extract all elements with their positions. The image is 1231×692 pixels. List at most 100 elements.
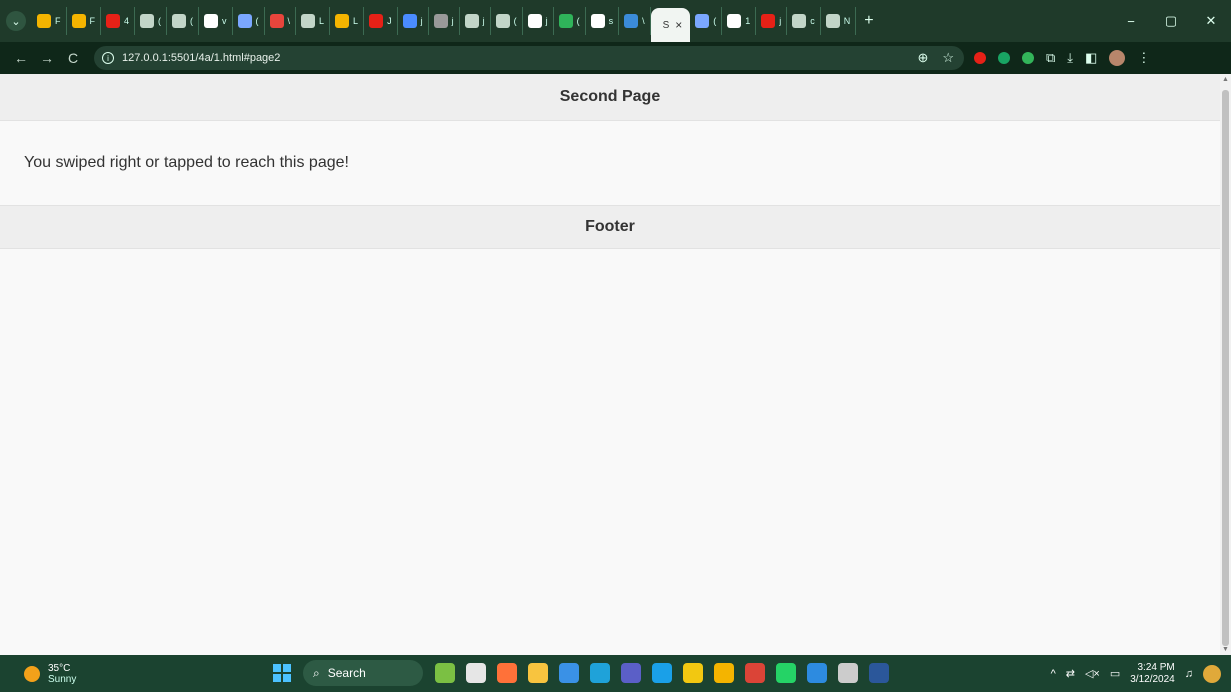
tab-favicon-icon xyxy=(558,14,573,28)
url-text[interactable]: 127.0.0.1:5501/4a/1.html#page2 xyxy=(122,52,280,64)
tab-label: 1 xyxy=(745,16,751,26)
browser-tab[interactable]: ( xyxy=(135,7,168,35)
battery-icon[interactable]: ▭ xyxy=(1110,667,1120,680)
browser-tab[interactable]: j xyxy=(460,7,491,35)
zoom-icon[interactable]: ⊕ xyxy=(917,50,928,66)
browser-tab[interactable]: ( xyxy=(167,7,200,35)
terminal-icon[interactable] xyxy=(838,663,858,683)
address-bar[interactable]: i 127.0.0.1:5501/4a/1.html#page2 ⊕ ☆ xyxy=(94,46,964,70)
browser-tab[interactable]: F xyxy=(67,7,101,35)
shield-ext-icon[interactable] xyxy=(1022,52,1034,64)
close-tab-icon[interactable]: × xyxy=(675,18,682,32)
power-bi-icon[interactable] xyxy=(683,663,703,683)
edge-icon[interactable] xyxy=(590,663,610,683)
browser-tab[interactable]: j xyxy=(756,7,788,35)
browser-tab[interactable]: \ xyxy=(619,7,651,35)
minimize-button[interactable]: − xyxy=(1111,14,1151,29)
browser-menu-icon[interactable]: ⋮ xyxy=(1137,50,1150,66)
widgets-icon[interactable] xyxy=(435,663,455,683)
profile-avatar[interactable] xyxy=(1109,50,1126,66)
tab-label: ( xyxy=(513,16,517,26)
tab-favicon-icon xyxy=(204,14,219,28)
browser-tab-strip: ⌄ F F 4((v(\ L L Jj j j(j(s \ S ×(1 j c N + − ▢ ✕ xyxy=(0,0,1231,42)
tab-search-chevron-down-icon[interactable]: ⌄ xyxy=(6,11,26,31)
word-icon[interactable] xyxy=(869,663,889,683)
pinned-apps xyxy=(435,663,889,683)
store-icon[interactable] xyxy=(559,663,579,683)
browser-tab[interactable]: j xyxy=(398,7,429,35)
prime-video-icon[interactable] xyxy=(652,663,672,683)
tab-favicon-icon xyxy=(433,14,448,28)
taskbar-search[interactable]: ⌕ Search xyxy=(303,660,423,686)
firefox-icon[interactable] xyxy=(497,663,517,683)
start-windows-icon[interactable] xyxy=(273,664,291,682)
forward-button[interactable]: → xyxy=(34,50,60,66)
tab-favicon-icon xyxy=(527,14,542,28)
tab-label: F xyxy=(55,16,61,26)
browser-tab[interactable]: ( xyxy=(690,7,723,35)
restore-button[interactable]: ▢ xyxy=(1151,13,1191,29)
browser-toolbar: ← → C i 127.0.0.1:5501/4a/1.html#page2 ⊕… xyxy=(0,42,1231,74)
youtube-ext-icon[interactable] xyxy=(974,52,986,64)
browser-tab[interactable]: c xyxy=(787,7,821,35)
browser-tab[interactable]: L xyxy=(330,7,365,35)
download-icon[interactable]: ⤓ xyxy=(1067,50,1073,66)
browser-tab[interactable]: ( xyxy=(233,7,265,35)
chrome-profile-icon[interactable] xyxy=(745,663,765,683)
tab-label: L xyxy=(319,16,325,26)
weather-widget[interactable]: 35°C Sunny xyxy=(24,663,76,685)
network-icon[interactable]: ⇄ xyxy=(1066,667,1075,680)
browser-tab[interactable]: L xyxy=(296,7,331,35)
browser-tab[interactable]: v xyxy=(199,7,233,35)
browser-tab[interactable]: j xyxy=(429,7,460,35)
teams-icon[interactable] xyxy=(621,663,641,683)
back-button[interactable]: ← xyxy=(8,50,34,66)
green-ext-icon[interactable] xyxy=(998,52,1010,64)
browser-tab[interactable]: ( xyxy=(554,7,586,35)
active-browser-tab[interactable]: S × xyxy=(650,8,691,42)
browser-tab[interactable]: N xyxy=(821,7,857,35)
reload-button[interactable]: C xyxy=(60,50,86,66)
tab-label: ( xyxy=(255,16,259,26)
tab-favicon-icon xyxy=(695,14,710,28)
new-tab-button[interactable]: + xyxy=(864,12,873,30)
tab-list: F F 4((v(\ L L Jj j j(j(s \ S ×(1 j c N xyxy=(32,0,857,42)
sound-muted-icon[interactable]: ◁× xyxy=(1085,667,1100,680)
copilot-icon[interactable] xyxy=(1203,664,1221,683)
bookmark-star-icon[interactable]: ☆ xyxy=(942,50,954,66)
browser-tab[interactable]: J xyxy=(364,7,398,35)
scroll-down-arrow-icon[interactable]: ▼ xyxy=(1222,646,1229,653)
site-info-icon[interactable]: i xyxy=(102,52,114,64)
side-panel-icon[interactable]: ◧ xyxy=(1085,50,1097,66)
vscode-icon[interactable] xyxy=(807,663,827,683)
weather-temp: 35°C xyxy=(48,662,71,674)
chrome-icon[interactable] xyxy=(714,663,734,683)
close-window-button[interactable]: ✕ xyxy=(1191,13,1231,29)
weather-condition: Sunny xyxy=(48,673,77,685)
tab-favicon-icon xyxy=(590,14,605,28)
tab-label: j xyxy=(420,16,423,26)
tab-label: ( xyxy=(190,16,194,26)
clock[interactable]: 3:24 PM 3/12/2024 xyxy=(1130,662,1175,686)
tab-favicon-icon xyxy=(71,14,86,28)
scrollbar-thumb[interactable] xyxy=(1222,90,1229,646)
scroll-up-arrow-icon[interactable]: ▲ xyxy=(1222,76,1229,83)
whatsapp-icon[interactable] xyxy=(776,663,796,683)
browser-tab[interactable]: 1 xyxy=(722,7,757,35)
browser-tab[interactable]: 4 xyxy=(101,7,136,35)
tab-label: ( xyxy=(576,16,580,26)
extensions-area: ⧉ ⤓ ◧ ⋮ xyxy=(974,50,1150,66)
browser-tab[interactable]: ( xyxy=(491,7,523,35)
extensions-puzzle-icon[interactable]: ⧉ xyxy=(1046,50,1055,66)
browser-tab[interactable]: s xyxy=(586,7,620,35)
browser-tab[interactable]: F xyxy=(32,7,67,35)
browser-tab[interactable]: j xyxy=(523,7,554,35)
notification-bell-icon[interactable]: ♫ xyxy=(1185,668,1193,680)
tab-label: j xyxy=(482,16,485,26)
browser-tab[interactable]: \ xyxy=(265,7,297,35)
task-view-icon[interactable] xyxy=(466,663,486,683)
vertical-scrollbar[interactable]: ▲ ▼ xyxy=(1220,74,1231,655)
tray-chevron-icon[interactable]: ^ xyxy=(1051,668,1056,680)
tab-label: L xyxy=(353,16,359,26)
file-explorer-icon[interactable] xyxy=(528,663,548,683)
